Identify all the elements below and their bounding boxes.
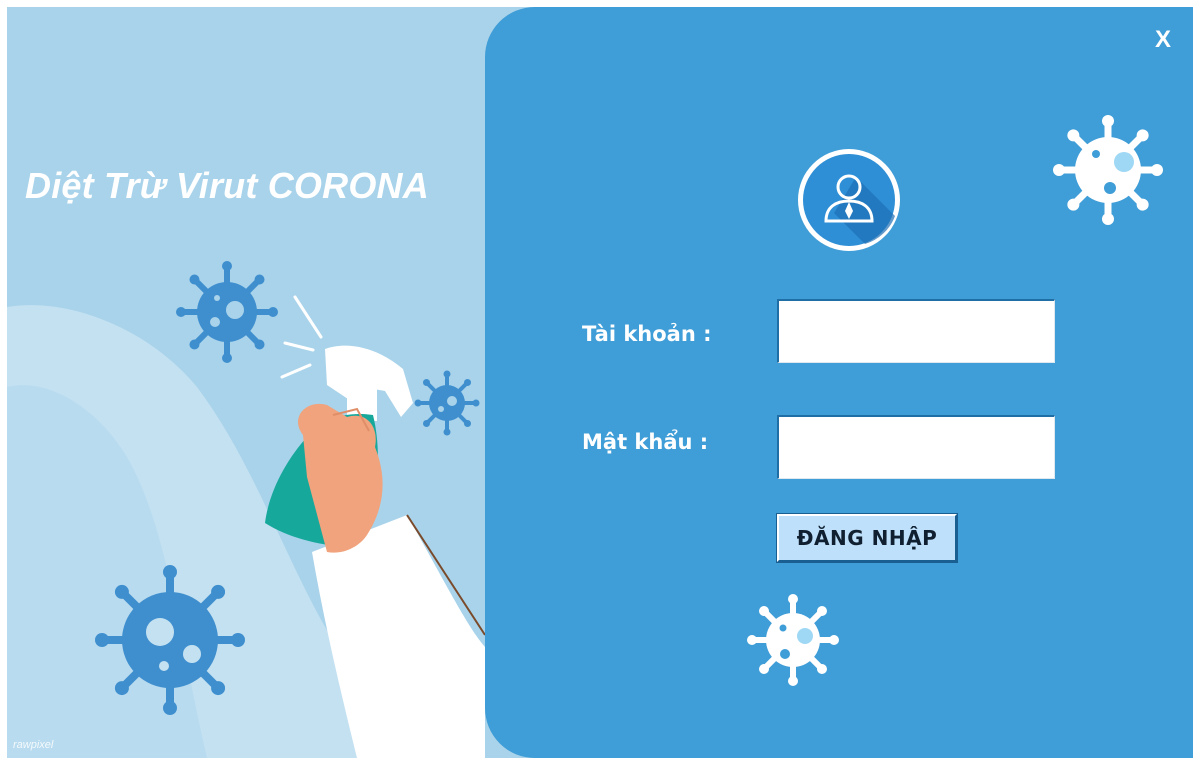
login-panel: X Tài khoản : Mật khẩu: ĐĂNG NHẬP bbox=[485, 7, 1193, 758]
illustration-art bbox=[7, 261, 486, 758]
illustration-panel: Diệt Trừ Virut CORONA rawpixel bbox=[7, 7, 567, 758]
virus-icon bbox=[176, 261, 278, 363]
virus-icon bbox=[747, 594, 839, 686]
password-label: Mật khẩu : bbox=[582, 430, 709, 454]
virus-icon bbox=[414, 370, 480, 436]
user-avatar-icon bbox=[798, 149, 900, 251]
username-label: Tài khoản : bbox=[582, 322, 712, 346]
spray-mist bbox=[280, 295, 323, 379]
login-window: Diệt Trừ Virut CORONA rawpixel X Tài kho… bbox=[7, 7, 1193, 758]
username-input[interactable] bbox=[777, 299, 1055, 363]
login-button[interactable]: ĐĂNG NHẬP bbox=[777, 514, 957, 562]
watermark: rawpixel bbox=[13, 739, 54, 751]
virus-icon bbox=[1053, 115, 1163, 225]
password-input[interactable] bbox=[777, 415, 1055, 479]
app-title: Diệt Trừ Virut CORONA bbox=[25, 165, 429, 206]
close-button[interactable]: X bbox=[1150, 27, 1176, 53]
